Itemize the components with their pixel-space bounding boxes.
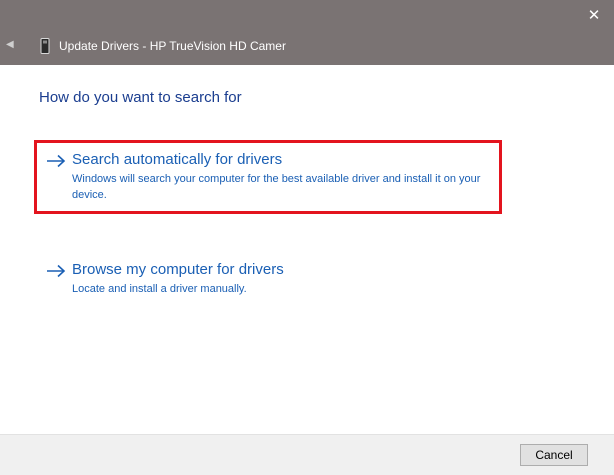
cancel-button[interactable]: Cancel — [520, 444, 588, 466]
dialog-footer: Cancel — [0, 434, 614, 475]
option-description: Windows will search your computer for th… — [72, 173, 481, 201]
title-bar: ◀ Update Drivers - HP TrueVision HD Came… — [0, 0, 614, 65]
page-heading: How do you want to search for — [39, 89, 242, 106]
window-title: Update Drivers - HP TrueVision HD Camer — [59, 39, 286, 53]
close-icon[interactable]: ✕ — [584, 6, 604, 26]
update-drivers-dialog: ◀ Update Drivers - HP TrueVision HD Came… — [0, 0, 614, 475]
arrow-right-icon — [47, 154, 66, 168]
option-title: Browse my computer for drivers — [72, 261, 284, 278]
option-title: Search automatically for drivers — [72, 151, 283, 168]
option-description: Locate and install a driver manually. — [72, 283, 247, 295]
search-automatically-option[interactable]: Search automatically for drivers Windows… — [46, 150, 496, 206]
arrow-right-icon — [47, 264, 66, 278]
device-icon — [40, 38, 50, 54]
back-icon[interactable]: ◀ — [6, 38, 14, 52]
browse-computer-option[interactable]: Browse my computer for drivers Locate an… — [46, 260, 496, 300]
